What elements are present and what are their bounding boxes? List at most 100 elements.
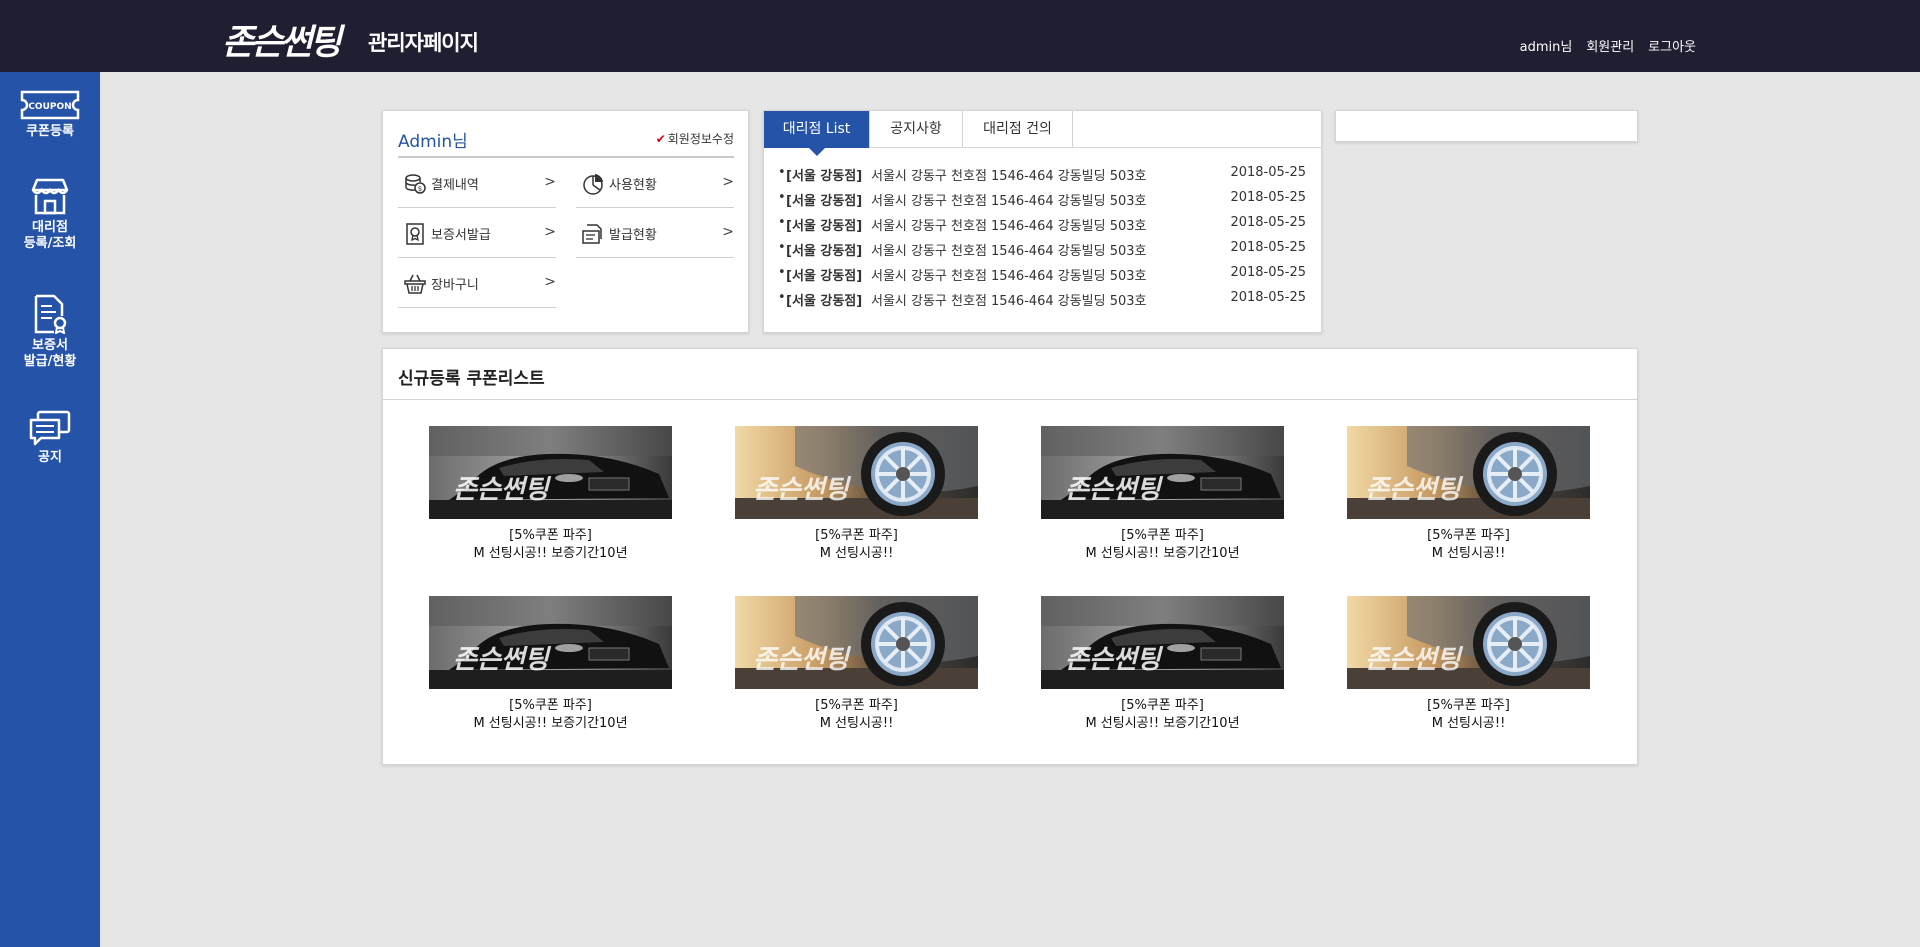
coins-icon: $	[405, 174, 426, 194]
svg-text:존슨썬팅: 존슨썬팅	[453, 475, 552, 505]
list-item[interactable]: • [서울 강동점] 서울시 강동구 천호점 1546-464 강동빌딩 503…	[778, 215, 1306, 240]
coupon-list-title: 신규등록 쿠폰리스트	[398, 369, 545, 389]
svg-text:존슨썬팅: 존슨썬팅	[1065, 475, 1164, 505]
coupon-card[interactable]: 존슨썬팅 [5%쿠폰 파주] M 선팅시공!!	[735, 596, 978, 733]
member-management-link[interactable]: 회원관리	[1586, 36, 1634, 55]
board-panel: 대리점 List 공지사항 대리점 건의 • [서울 강동점] 서울시 강동구 …	[763, 110, 1322, 333]
bullet: •	[778, 240, 786, 255]
page-title: 관리자페이지	[368, 31, 479, 55]
bullet: •	[778, 265, 786, 280]
store-icon	[31, 178, 69, 215]
svg-text:존슨썬팅: 존슨썬팅	[453, 645, 552, 675]
empty-panel	[1335, 110, 1638, 142]
row-date: 2018-05-25	[1230, 265, 1306, 280]
coupon-description: M 선팅시공!! 보증기간10년	[1085, 716, 1240, 731]
svg-text:존슨썬팅: 존슨썬팅	[753, 475, 852, 505]
svg-text:$: $	[418, 185, 422, 193]
coupon-card[interactable]: 존슨썬팅 [5%쿠폰 파주] M 선팅시공!!	[735, 426, 978, 563]
branch-name: [서울 강동점]	[786, 244, 863, 259]
list-item[interactable]: • [서울 강동점] 서울시 강동구 천호점 1546-464 강동빌딩 503…	[778, 290, 1306, 315]
top-header: 존슨썬팅 관리자페이지 admin님 회원관리 로그아웃	[0, 0, 1920, 72]
branch-list: • [서울 강동점] 서울시 강동구 천호점 1546-464 강동빌딩 503…	[778, 165, 1306, 315]
menu-label: 결제내역	[431, 178, 479, 193]
bullet: •	[778, 215, 786, 230]
admin-user-link[interactable]: admin님	[1520, 36, 1573, 55]
coupon-image: 존슨썬팅	[429, 426, 672, 519]
coupon-description: M 선팅시공!! 보증기간10년	[473, 716, 628, 731]
menu-cart[interactable]: 장바구니 >	[398, 258, 556, 308]
coupon-title: [5%쿠폰 파주]	[1121, 698, 1204, 713]
top-nav: admin님 회원관리 로그아웃	[1520, 36, 1696, 55]
tab-branch-list[interactable]: 대리점 List	[764, 111, 870, 156]
menu-warranty-issue[interactable]: 보증서발급 >	[398, 208, 556, 258]
sidebar-item-notice[interactable]: 공지	[0, 410, 100, 466]
branch-address: 서울시 강동구 천호점 1546-464 강동빌딩 503호	[871, 244, 1147, 259]
list-item[interactable]: • [서울 강동점] 서울시 강동구 천호점 1546-464 강동빌딩 503…	[778, 190, 1306, 215]
coupon-title: [5%쿠폰 파주]	[1121, 528, 1204, 543]
coupon-description: M 선팅시공!! 보증기간10년	[473, 546, 628, 561]
chevron-right-icon: >	[544, 174, 556, 190]
coupon-title: [5%쿠폰 파주]	[1427, 528, 1510, 543]
list-item[interactable]: • [서울 강동점] 서울시 강동구 천호점 1546-464 강동빌딩 503…	[778, 240, 1306, 265]
bullet: •	[778, 290, 786, 305]
sidebar-item-branch[interactable]: 대리점 등록/조회	[0, 176, 100, 252]
coupon-description: M 선팅시공!!	[1431, 546, 1506, 561]
svg-text:존슨썬팅: 존슨썬팅	[753, 645, 852, 675]
logout-link[interactable]: 로그아웃	[1648, 36, 1696, 55]
chevron-right-icon: >	[722, 224, 734, 240]
menu-usage-status[interactable]: 사용현황 >	[576, 158, 734, 208]
branch-address: 서울시 강동구 천호점 1546-464 강동빌딩 503호	[871, 269, 1147, 284]
coupon-card[interactable]: 존슨썬팅 [5%쿠폰 파주] M 선팅시공!!	[1347, 426, 1590, 563]
coupon-image: 존슨썬팅	[1041, 596, 1284, 689]
coupon-icon: COUPON	[20, 90, 80, 120]
coupon-title: [5%쿠폰 파주]	[509, 528, 592, 543]
tab-branch-suggestion[interactable]: 대리점 건의	[963, 111, 1073, 148]
coupon-image: 존슨썬팅	[1347, 596, 1590, 689]
sidebar-label: 발급/현황	[23, 354, 77, 369]
sidebar-item-warranty[interactable]: 보증서 발급/현황	[0, 294, 100, 370]
list-item[interactable]: • [서울 강동점] 서울시 강동구 천호점 1546-464 강동빌딩 503…	[778, 265, 1306, 290]
branch-address: 서울시 강동구 천호점 1546-464 강동빌딩 503호	[871, 294, 1147, 309]
branch-address: 서울시 강동구 천호점 1546-464 강동빌딩 503호	[871, 194, 1147, 209]
menu-label: 발급현황	[609, 228, 657, 243]
bullet: •	[778, 165, 786, 180]
coupon-card[interactable]: 존슨썬팅 [5%쿠폰 파주] M 선팅시공!! 보증기간10년	[429, 596, 672, 733]
row-date: 2018-05-25	[1230, 215, 1306, 230]
tab-notice[interactable]: 공지사항	[870, 111, 963, 148]
list-item[interactable]: • [서울 강동점] 서울시 강동구 천호점 1546-464 강동빌딩 503…	[778, 165, 1306, 190]
coupon-list-panel: 신규등록 쿠폰리스트 존슨썬팅 [5%쿠폰 파주] M 선팅시공!! 보증기간1…	[382, 348, 1638, 765]
certificate-icon	[406, 223, 424, 245]
menu-label: 장바구니	[431, 278, 479, 293]
chevron-right-icon: >	[722, 174, 734, 190]
user-panel: Admin님 ✔ 회원정보수정 $ 결제내역 > 사용현황 > 보증서발급 > …	[382, 110, 749, 333]
coupon-description: M 선팅시공!! 보증기간10년	[1085, 546, 1240, 561]
document-icon	[582, 224, 602, 244]
menu-label: 사용현황	[609, 178, 657, 193]
coupon-card[interactable]: 존슨썬팅 [5%쿠폰 파주] M 선팅시공!! 보증기간10년	[1041, 596, 1284, 733]
svg-text:COUPON: COUPON	[28, 102, 71, 112]
menu-label: 보증서발급	[431, 228, 491, 243]
branch-name: [서울 강동점]	[786, 294, 863, 309]
sidebar-label: 쿠폰등록	[26, 124, 74, 139]
edit-profile-link[interactable]: ✔ 회원정보수정	[656, 130, 734, 147]
coupon-card[interactable]: 존슨썬팅 [5%쿠폰 파주] M 선팅시공!!	[1347, 596, 1590, 733]
menu-payment-history[interactable]: $ 결제내역 >	[398, 158, 556, 208]
sidebar-item-coupon-register[interactable]: COUPON 쿠폰등록	[0, 90, 100, 140]
coupon-image: 존슨썬팅	[429, 596, 672, 689]
sidebar-label: 대리점	[32, 220, 68, 235]
coupon-description: M 선팅시공!!	[1431, 716, 1506, 731]
coupon-card[interactable]: 존슨썬팅 [5%쿠폰 파주] M 선팅시공!! 보증기간10년	[429, 426, 672, 563]
bullet: •	[778, 190, 786, 205]
row-date: 2018-05-25	[1230, 165, 1306, 180]
branch-address: 서울시 강동구 천호점 1546-464 강동빌딩 503호	[871, 169, 1147, 184]
svg-text:존슨썬팅: 존슨썬팅	[1365, 475, 1464, 505]
coupon-image: 존슨썬팅	[735, 426, 978, 519]
certificate-icon	[34, 294, 67, 334]
coupon-card[interactable]: 존슨썬팅 [5%쿠폰 파주] M 선팅시공!! 보증기간10년	[1041, 426, 1284, 563]
pie-chart-icon	[583, 174, 603, 195]
brand-logo[interactable]: 존슨썬팅	[222, 14, 342, 65]
check-icon: ✔	[655, 132, 666, 146]
chat-icon	[29, 410, 71, 446]
coupon-title: [5%쿠폰 파주]	[509, 698, 592, 713]
menu-issue-status[interactable]: 발급현황 >	[576, 208, 734, 258]
